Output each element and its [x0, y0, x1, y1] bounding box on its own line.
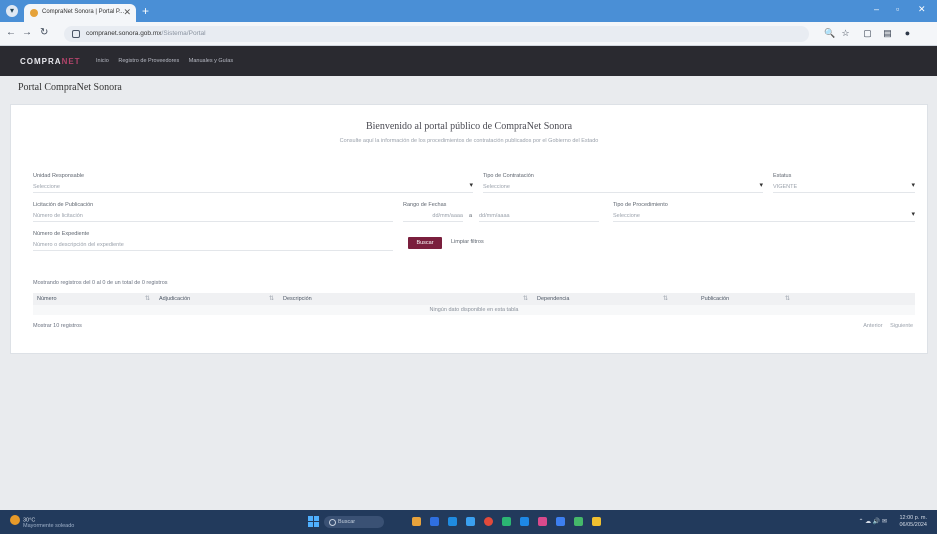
estatus-select[interactable]: VIGENTE ▾: [773, 181, 915, 193]
col-numero[interactable]: Número: [37, 296, 57, 302]
results-caption: Mostrando registros del 0 al 0 de un tot…: [33, 280, 168, 286]
maximize-button[interactable]: ▫: [896, 4, 899, 14]
nav-inicio[interactable]: Inicio: [96, 58, 109, 64]
app-icon[interactable]: [520, 517, 529, 526]
browser-tab-strip: ▾ CompraNet Sonora | Portal P... ✕ + – ▫…: [0, 0, 937, 22]
compranet-logo[interactable]: COMPRANET: [20, 57, 81, 66]
col-adjudicacion[interactable]: Adjudicación: [159, 296, 190, 302]
chevron-down-icon: ▾: [911, 211, 915, 218]
clock[interactable]: 12:00 p. m. 06/05/2024: [899, 515, 927, 529]
system-tray-icons[interactable]: ⌃ ☁ 🔊 ✉: [858, 518, 887, 525]
zoom-icon[interactable]: 🔍: [824, 28, 835, 39]
sort-icon[interactable]: ⇅: [785, 295, 790, 302]
reload-icon[interactable]: ↻: [40, 27, 48, 38]
sort-icon[interactable]: ⇅: [523, 295, 528, 302]
fecha-desde-input[interactable]: dd/mm/aaaa: [403, 210, 463, 222]
bookmark-star-icon[interactable]: ☆: [840, 28, 851, 39]
prev-page-button[interactable]: Anterior: [863, 323, 882, 329]
url-domain: compranet.sonora.gob.mx: [86, 30, 162, 37]
tab-close-icon[interactable]: ✕: [123, 7, 131, 18]
sidebar-icon[interactable]: ▤: [882, 28, 893, 39]
search-button[interactable]: Buscar: [408, 237, 442, 249]
top-navigation: Inicio Registro de Proveedores Manuales …: [96, 58, 241, 64]
app-icon[interactable]: [592, 517, 601, 526]
expediente-label: Número de Expediente: [33, 231, 90, 237]
nav-registro-proveedores[interactable]: Registro de Proveedores: [118, 58, 179, 64]
sort-icon[interactable]: ⇅: [663, 295, 668, 302]
close-window-button[interactable]: ✕: [918, 4, 926, 15]
address-bar[interactable]: compranet.sonora.gob.mx/Sistema/Portal: [64, 26, 809, 42]
app-icon[interactable]: [502, 517, 511, 526]
fecha-label: Rango de Fechas: [403, 202, 447, 208]
empty-table-message: Ningún dato disponible en esta tabla: [33, 305, 915, 315]
weather-widget[interactable]: 30°C Mayormente soleado: [10, 515, 74, 529]
fecha-separator: a: [469, 213, 473, 219]
search-card: Bienvenido al portal público de CompraNe…: [10, 104, 928, 354]
unidad-select[interactable]: Seleccione ▾: [33, 181, 473, 193]
results-table-header: Número ⇅ Adjudicación ⇅ Descripción ⇅ De…: [33, 293, 915, 305]
licitacion-input[interactable]: Número de licitación: [33, 210, 393, 222]
chrome-icon[interactable]: [484, 517, 493, 526]
browser-toolbar: ← → ↻ compranet.sonora.gob.mx/Sistema/Po…: [0, 22, 937, 46]
estatus-label: Estatus: [773, 173, 792, 179]
file-explorer-icon[interactable]: [412, 517, 421, 526]
tipo-contratacion-label: Tipo de Contratación: [483, 173, 534, 179]
extensions-icon[interactable]: ▢: [862, 28, 873, 39]
chevron-down-icon: ▾: [759, 182, 763, 189]
site-info-icon[interactable]: [72, 30, 80, 38]
edge-icon[interactable]: [448, 517, 457, 526]
sort-icon[interactable]: ⇅: [269, 295, 274, 302]
licitacion-label: Licitación de Publicación: [33, 202, 94, 208]
forward-icon[interactable]: →: [22, 27, 32, 38]
next-page-button[interactable]: Siguiente: [890, 323, 913, 329]
app-icon[interactable]: [556, 517, 565, 526]
chevron-down-icon: ▾: [469, 182, 473, 189]
page-size-select[interactable]: 10: [53, 323, 59, 329]
sort-icon[interactable]: ⇅: [145, 295, 150, 302]
favicon-icon: [30, 9, 38, 17]
page-size-control[interactable]: Mostrar 10 registros: [33, 323, 82, 329]
unidad-label: Unidad Responsable: [33, 173, 85, 179]
url-path: /Sistema/Portal: [161, 30, 206, 37]
browser-tab[interactable]: CompraNet Sonora | Portal P... ✕: [24, 4, 136, 22]
page-title: Portal CompraNet Sonora: [18, 82, 122, 93]
new-tab-button[interactable]: +: [142, 4, 149, 18]
col-descripcion[interactable]: Descripción: [283, 296, 312, 302]
tipo-procedimiento-select[interactable]: Seleccione ▾: [613, 210, 915, 222]
expediente-input[interactable]: Número o descripción del expediente: [33, 239, 393, 251]
site-header: COMPRANET Inicio Registro de Proveedores…: [0, 46, 937, 76]
col-publicacion[interactable]: Publicación: [701, 296, 729, 302]
sun-icon: [10, 515, 20, 525]
tab-title: CompraNet Sonora | Portal P...: [42, 9, 125, 15]
app-icon[interactable]: [538, 517, 547, 526]
app-icon[interactable]: [574, 517, 583, 526]
os-taskbar: 30°C Mayormente soleado Buscar ⌃ ☁ 🔊 ✉ 1…: [0, 510, 937, 534]
tipo-contratacion-select[interactable]: Seleccione ▾: [483, 181, 763, 193]
welcome-heading: Bienvenido al portal público de CompraNe…: [365, 121, 573, 132]
clear-filters-button[interactable]: Limpiar filtros: [451, 239, 484, 245]
taskbar-search[interactable]: Buscar: [324, 516, 384, 528]
profile-icon[interactable]: ●: [902, 28, 913, 39]
fecha-hasta-input[interactable]: dd/mm/aaaa: [479, 210, 599, 222]
minimize-button[interactable]: –: [874, 4, 879, 14]
store-icon[interactable]: [466, 517, 475, 526]
start-menu-icon[interactable]: [308, 516, 319, 527]
back-icon[interactable]: ←: [6, 27, 16, 38]
nav-manuales[interactable]: Manuales y Guías: [189, 58, 233, 64]
app-icon[interactable]: [430, 517, 439, 526]
welcome-subtitle: Consulte aquí la información de los proc…: [339, 138, 599, 144]
pagination: Anterior Siguiente: [857, 323, 913, 329]
chevron-down-icon: ▾: [911, 182, 915, 189]
col-dependencia[interactable]: Dependencia: [537, 296, 569, 302]
tab-search-button[interactable]: ▾: [6, 5, 18, 17]
tipo-procedimiento-label: Tipo de Procedimiento: [613, 202, 668, 208]
